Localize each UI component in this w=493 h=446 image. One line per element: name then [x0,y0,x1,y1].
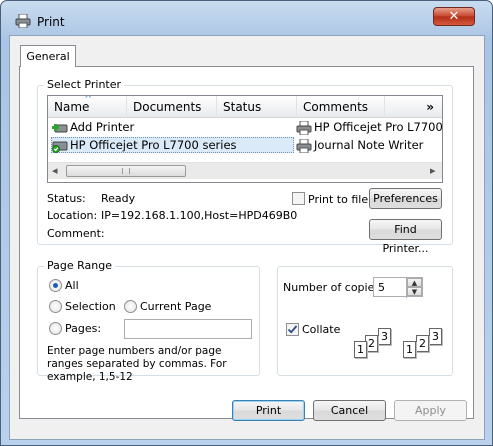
column-status-label: Status [223,100,262,114]
apply-button: Apply [394,400,467,421]
copies-input[interactable]: 5 ▲ ▼ [373,277,423,298]
current-page-radio-label[interactable]: Current Page [140,300,211,313]
collate-page: 1 [403,341,416,358]
tab-general-label: General [26,50,70,63]
close-icon: ✕ [448,9,460,24]
default-printer-icon [52,141,68,153]
printer-icon [296,138,312,153]
column-overflow-chevron[interactable]: » [385,96,442,118]
collate-page: 1 [354,341,367,358]
printer-name: HP Officejet Pro L7700 series [70,138,237,152]
spin-down-icon[interactable]: ▼ [407,287,422,296]
apply-button-label: Apply [414,404,447,417]
column-header-documents[interactable]: Documents [127,96,217,118]
status-label: Status: [47,192,86,205]
copies-spinner[interactable]: ▲ ▼ [406,278,422,298]
sort-up-icon: ^ [84,95,93,105]
collate-page: 3 [378,328,391,345]
column-header-status[interactable]: Status [217,96,297,118]
tab-general[interactable]: General [20,45,76,67]
all-radio-label[interactable]: All [65,279,79,292]
comment-label: Comment: [47,227,105,240]
collate-checkbox[interactable] [286,323,299,336]
list-item[interactable]: HP Officejet Pro L7700 se [296,120,443,136]
find-printer-label: Find Printer... [382,223,429,255]
copies-input-value: 5 [378,281,385,294]
print-button-label: Print [255,404,282,417]
page-range-label: Page Range [44,259,115,272]
selection-radio-label[interactable]: Selection [65,300,116,313]
printer-list-header: Name ^ Documents Status Comments » [48,96,442,118]
printer-icon [15,14,31,28]
printer-name: HP Officejet Pro L7700 se [314,120,443,134]
number-of-copies-label: Number of copies: [283,281,384,294]
cancel-button-label: Cancel [330,404,369,417]
window-title: Print [37,15,65,29]
current-page-radio[interactable] [124,300,137,313]
printer-name: Journal Note Writer [314,138,424,152]
pages-radio[interactable] [49,322,62,335]
collate-page: 2 [416,335,429,352]
scroll-left-icon[interactable]: ◂ [52,164,58,177]
spin-up-icon[interactable]: ▲ [407,278,422,287]
scrollbar-thumb[interactable] [66,165,186,177]
chevron-right-icon: » [426,100,434,114]
list-item-selected[interactable]: HP Officejet Pro L7700 series [51,137,294,153]
list-item[interactable]: Journal Note Writer [296,138,423,154]
grip-icon [122,168,130,174]
find-printer-button[interactable]: Find Printer... [369,219,442,255]
print-dialog-window: Print ✕ General Select Printer Name ^ Do… [0,0,493,446]
status-value: Ready [101,192,136,205]
pages-input[interactable] [124,319,252,339]
location-value: IP=192.168.1.100,Host=HPD469B0 [101,209,298,222]
cancel-button[interactable]: Cancel [313,400,386,421]
column-documents-label: Documents [133,100,202,114]
select-printer-label: Select Printer [44,78,125,91]
checkmark-icon [287,325,298,334]
horizontal-scrollbar[interactable]: ◂ ▸ [48,162,442,179]
column-comments-label: Comments [303,100,369,114]
location-label: Location: [47,209,98,222]
printer-list[interactable]: Name ^ Documents Status Comments » Add P… [47,95,443,183]
print-to-file-checkbox[interactable] [292,192,305,205]
close-button[interactable]: ✕ [433,7,475,26]
collate-label[interactable]: Collate [302,323,340,336]
print-button[interactable]: Print [232,400,305,421]
title-bar[interactable]: Print ✕ [1,1,492,31]
scroll-right-icon[interactable]: ▸ [430,164,436,177]
add-printer-icon [52,123,68,132]
column-header-name[interactable]: Name ^ [48,96,127,118]
selection-radio[interactable] [49,300,62,313]
page-range-hint: Enter page numbers and/or page ranges se… [47,345,227,383]
pages-radio-label[interactable]: Pages: [65,322,101,335]
collate-page: 3 [429,328,442,345]
all-radio[interactable] [49,279,62,292]
printer-name: Add Printer [70,120,135,134]
list-item[interactable]: Add Printer [52,120,134,136]
preferences-button[interactable]: Preferences [369,188,442,209]
column-header-comments[interactable]: Comments [297,96,385,118]
print-to-file-label[interactable]: Print to file [308,193,368,206]
preferences-label: Preferences [373,192,438,205]
printer-icon [296,120,312,135]
